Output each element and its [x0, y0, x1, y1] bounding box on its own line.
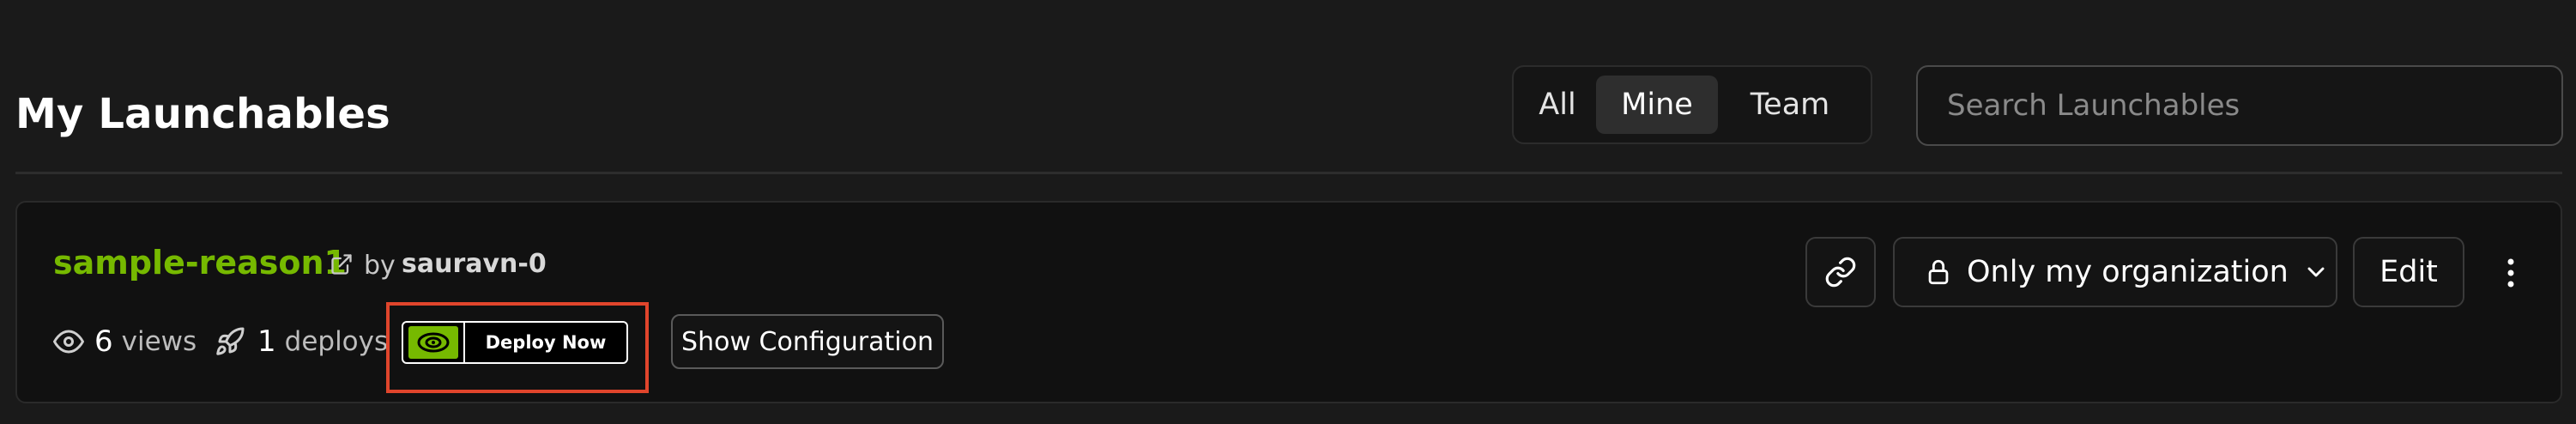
deploys-count: 1	[257, 324, 276, 359]
launchable-card: sample-reason1 by sauravn-0 6 views 1 de…	[15, 201, 2562, 403]
deploys-label: deploys	[284, 326, 389, 357]
more-options-button[interactable]	[2494, 247, 2528, 299]
search-input[interactable]	[1945, 88, 2532, 124]
external-link-icon[interactable]	[330, 252, 354, 280]
views-stat: 6 views	[53, 324, 197, 359]
more-vertical-icon	[2506, 257, 2515, 288]
launchable-filter-tabs: All Mine Team	[1512, 65, 1872, 144]
page-title: My Launchables	[15, 90, 390, 138]
edit-button[interactable]: Edit	[2353, 237, 2464, 307]
show-configuration-button[interactable]: Show Configuration	[671, 314, 944, 369]
by-label: by	[364, 251, 396, 281]
views-label: views	[121, 326, 197, 357]
eye-icon	[53, 326, 84, 357]
lock-icon	[1924, 257, 1953, 287]
link-icon	[1824, 256, 1857, 288]
tab-mine[interactable]: Mine	[1596, 76, 1718, 134]
launchable-name[interactable]: sample-reason1	[53, 244, 347, 282]
header-divider	[15, 172, 2562, 174]
deploy-now-label: Deploy Now	[485, 332, 607, 353]
visibility-dropdown[interactable]: Only my organization	[1893, 237, 2337, 307]
rocket-icon	[215, 326, 245, 357]
tab-team[interactable]: Team	[1726, 76, 1853, 134]
tab-all[interactable]: All	[1529, 76, 1586, 134]
deploys-stat: 1 deploys	[215, 324, 388, 359]
deploy-now-button[interactable]: Deploy Now	[402, 321, 628, 364]
author-name: sauravn-0	[402, 249, 547, 279]
search-box	[1916, 65, 2563, 146]
visibility-label: Only my organization	[1967, 255, 2289, 289]
copy-link-button[interactable]	[1805, 237, 1876, 307]
views-count: 6	[94, 324, 113, 359]
nvidia-logo-icon	[408, 326, 458, 359]
chevron-down-icon	[2302, 258, 2330, 286]
